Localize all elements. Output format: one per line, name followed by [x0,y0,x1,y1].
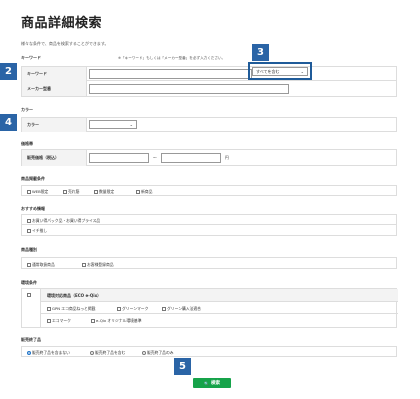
condition-option-new[interactable]: 新商品 [136,189,152,195]
condition-heading: 商品掲載条件 [21,176,45,181]
keyword-heading: キーワード [21,55,41,60]
price-row: 販売価格（税込） ～ 円 [21,149,397,166]
checkbox-icon [117,306,121,311]
env-option-green-purchase[interactable]: グリーン購入法適合 [162,306,201,312]
maker-row: メーカー型番 [21,81,397,97]
env-master-checkbox[interactable] [27,293,31,297]
page-title: 商品詳細検索 [21,16,103,31]
recommend-box-2: イチ推し [21,225,397,236]
price-unit: 円 [225,155,229,160]
step-badge-5: 5 [174,358,191,375]
recommend-option-value[interactable]: お買い得パック品・お買い得プライス品 [27,218,100,224]
checkbox-icon [162,306,166,311]
maker-input[interactable] [89,84,289,94]
env-option-eqix[interactable]: e-Qix オリジナル環境基準 [91,318,142,324]
price-label: 販売価格（税込） [22,150,87,166]
price-max-input[interactable] [161,153,221,163]
env-option-gpn[interactable]: GPN エコ商品ねっと掲載 [47,306,95,312]
checkbox-icon [27,190,31,194]
step-badge-4: 4 [0,114,17,131]
recommend-option-pick[interactable]: イチ推し [27,228,47,234]
condition-option-bestseller[interactable]: 売れ筋 [63,189,79,195]
condition-option-limited[interactable]: 数量限定 [94,189,114,195]
type-option-registered[interactable]: お客様登録商品 [82,262,114,268]
checkbox-icon [91,319,95,323]
condition-box: WEB限定 売れ筋 数量限定 新商品 [21,185,397,196]
env-box: 環境対応商品（ECO e-Qix） GPN エコ商品ねっと掲載 グリーンマーク … [21,288,398,328]
price-separator: ～ [153,155,157,160]
step-badge-3: 3 [252,44,269,61]
price-min-input[interactable] [89,153,149,163]
discontinued-option-include[interactable]: 販売終了品を含む [90,350,125,356]
recommend-box-1: お買い得パック品・お買い得プライス品 [21,214,397,225]
search-button-label: 検索 [210,381,220,386]
discontinued-box: 販売終了品を含まない 販売終了品を含む 販売終了品のみ [21,346,397,357]
radio-selected-icon [27,351,31,355]
keyword-input[interactable] [89,69,252,79]
match-select-value: すべてを含む [256,68,280,74]
checkbox-icon [47,306,51,311]
env-group-label: 環境対応商品（ECO e-Qix） [47,293,102,298]
discontinued-option-exclude[interactable]: 販売終了品を含まない [27,350,70,356]
radio-icon [90,351,94,355]
env-heading: 環境条件 [21,280,37,285]
checkbox-icon [27,262,31,267]
match-select[interactable]: すべてを含む ⌄ [252,67,308,76]
checkbox-icon [136,190,140,194]
color-row: カラー ⌄ [21,117,397,132]
env-option-greenmark[interactable]: グリーンマーク [117,306,148,312]
search-button[interactable]: 🔍 検索 [193,378,231,388]
env-option-ecomark[interactable]: エコマーク [47,318,71,324]
step-badge-2: 2 [0,63,17,80]
recommend-heading: おすすめ情報 [21,206,45,211]
env-group-header: 環境対応商品（ECO e-Qix） [41,289,398,302]
type-heading: 商品種別 [21,247,37,252]
radio-icon [142,351,146,355]
checkbox-icon [47,319,51,323]
price-heading: 価格帯 [21,141,33,146]
type-box: 通常取扱商品 お客様登録商品 [21,257,397,269]
maker-label: メーカー型番 [22,81,87,96]
checkbox-icon [63,190,67,194]
checkbox-icon [27,219,31,223]
discontinued-heading: 販売終了品 [21,337,41,342]
color-select[interactable]: ⌄ [89,120,137,129]
condition-option-web[interactable]: WEB限定 [27,189,48,195]
chevron-down-icon: ⌄ [300,69,304,74]
checkbox-icon [82,262,86,267]
env-row-2: エコマーク e-Qix オリジナル環境基準 [41,314,398,327]
keyword-label: キーワード [22,67,87,81]
env-inner: 環境対応商品（ECO e-Qix） GPN エコ商品ねっと掲載 グリーンマーク … [40,289,398,327]
color-heading: カラー [21,107,33,112]
keyword-row: キーワード [21,66,397,81]
page-intro: 様々な条件で、商品を検索することができます。 [21,41,109,46]
checkbox-icon [94,190,98,194]
env-row-1: GPN エコ商品ねっと掲載 グリーンマーク グリーン購入法適合 [41,302,398,314]
checkbox-icon [27,229,31,233]
search-icon: 🔍 [204,380,209,386]
discontinued-option-only[interactable]: 販売終了品のみ [142,350,174,356]
color-label: カラー [22,118,87,132]
keyword-note: ※「キーワード」もしくは「メーカー型番」を必ず入力ください。 [118,56,226,60]
chevron-down-icon: ⌄ [129,122,133,127]
type-option-regular[interactable]: 通常取扱商品 [27,262,55,268]
